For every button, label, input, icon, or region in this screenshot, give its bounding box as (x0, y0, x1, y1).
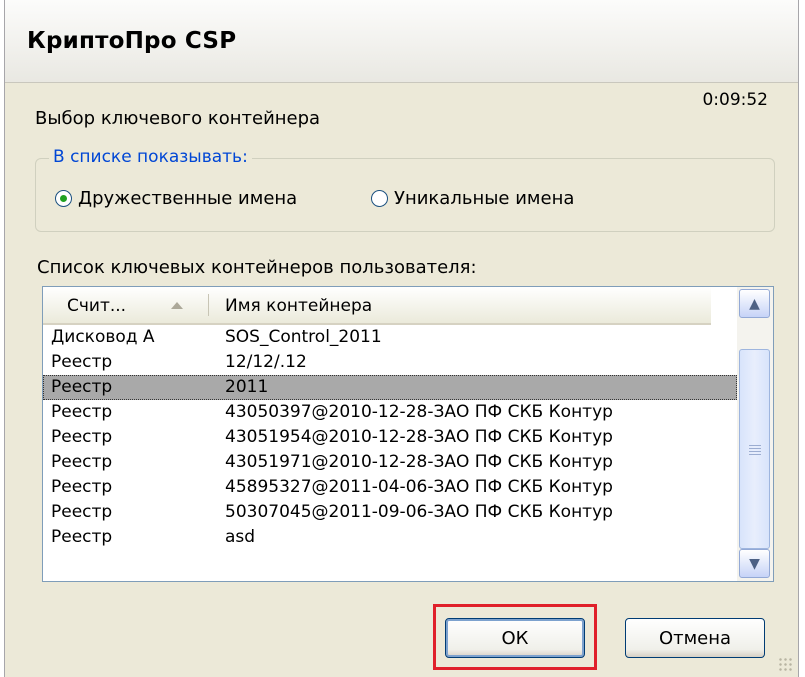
cancel-button[interactable]: Отмена (625, 618, 765, 658)
scroll-thumb[interactable] (739, 349, 770, 549)
reader-cell: Реестр (51, 377, 113, 397)
reader-cell: Реестр (51, 352, 113, 372)
list-row[interactable]: Реестр 50307045@2011-09-06-ЗАО ПФ СКБ Кон… (43, 500, 737, 525)
list-header: Счит... Имя контейнера (43, 287, 711, 325)
friendly-names-radio[interactable]: Дружественные имена (55, 188, 297, 209)
list-row[interactable]: Реестр 45895327@2011-04-06-ЗАО ПФ СКБ Кон… (43, 475, 737, 500)
reader-cell: Дисковод А (51, 327, 155, 347)
ok-button[interactable]: ОК (445, 618, 585, 658)
list-row[interactable]: Реестр 43051971@2010-12-28-ЗАО ПФ СКБ Кон… (43, 450, 737, 475)
container-name-cell: SOS_Control_2011 (225, 327, 382, 347)
scroll-down-button[interactable]: ▼ (739, 549, 770, 578)
friendly-names-label: Дружественные имена (78, 188, 298, 209)
container-list[interactable]: Счит... Имя контейнера Дисковод А SOS_Con… (42, 286, 774, 582)
column-separator[interactable] (208, 294, 209, 316)
reader-cell: Реестр (51, 477, 113, 497)
unique-names-label: Уникальные имена (394, 188, 575, 209)
container-name-cell: 12/12/.12 (225, 352, 307, 372)
container-name-cell: asd (225, 527, 256, 547)
list-row[interactable]: Реестр 43051954@2010-12-28-ЗАО ПФ СКБ Кон… (43, 425, 737, 450)
reader-cell: Реестр (51, 502, 113, 522)
chevron-down-icon: ▼ (749, 555, 760, 572)
dialog-heading: Выбор ключевого контейнера (35, 108, 321, 129)
container-name-cell: 50307045@2011-09-06-ЗАО ПФ СКБ Контур (225, 502, 613, 522)
column-reader[interactable]: Счит... (67, 296, 126, 316)
list-row[interactable]: Реестр 12/12/.12 (43, 350, 737, 375)
display-options-legend: В списке показывать: (49, 147, 252, 167)
list-row[interactable]: Реестр 2011 (43, 375, 737, 400)
grip-icon (749, 445, 761, 446)
dialog-window: КриптоПро CSP 0:09:52 Выбор ключевого ко… (4, 0, 799, 677)
list-row[interactable]: Реестр 43050397@2010-12-28-ЗАО ПФ СКБ Кон… (43, 400, 737, 425)
chevron-up-icon: ▲ (749, 295, 760, 312)
list-row[interactable]: Дисковод А SOS_Control_2011 (43, 325, 737, 350)
reader-cell: Реестр (51, 527, 113, 547)
container-name-cell: 43051971@2010-12-28-ЗАО ПФ СКБ Контур (225, 452, 613, 472)
radio-checked-icon (55, 190, 72, 207)
sort-ascending-icon (171, 302, 183, 309)
radio-unchecked-icon (371, 190, 388, 207)
container-name-cell: 43051954@2010-12-28-ЗАО ПФ СКБ Контур (225, 427, 613, 447)
container-list-label: Список ключевых контейнеров пользователя… (37, 257, 477, 278)
list-row[interactable]: Реестр asd (43, 525, 737, 550)
resize-grip[interactable] (778, 657, 792, 671)
list-rows: Дисковод А SOS_Control_2011 Реестр 12/12/.1… (43, 325, 737, 550)
countdown-timer: 0:09:52 (702, 90, 768, 110)
column-container-name[interactable]: Имя контейнера (225, 296, 372, 316)
container-name-cell: 43050397@2010-12-28-ЗАО ПФ СКБ Контур (225, 402, 613, 422)
reader-cell: Реестр (51, 427, 113, 447)
unique-names-radio[interactable]: Уникальные имена (371, 188, 574, 209)
scroll-up-button[interactable]: ▲ (739, 289, 770, 318)
reader-cell: Реестр (51, 452, 113, 472)
window-title: КриптоПро CSP (27, 28, 237, 54)
container-name-cell: 2011 (225, 377, 269, 397)
reader-cell: Реестр (51, 402, 113, 422)
vertical-scrollbar[interactable]: ▲ ▼ (737, 287, 773, 581)
title-bar[interactable]: КриптоПро CSP (5, 0, 798, 83)
container-name-cell: 45895327@2011-04-06-ЗАО ПФ СКБ Контур (225, 477, 613, 497)
